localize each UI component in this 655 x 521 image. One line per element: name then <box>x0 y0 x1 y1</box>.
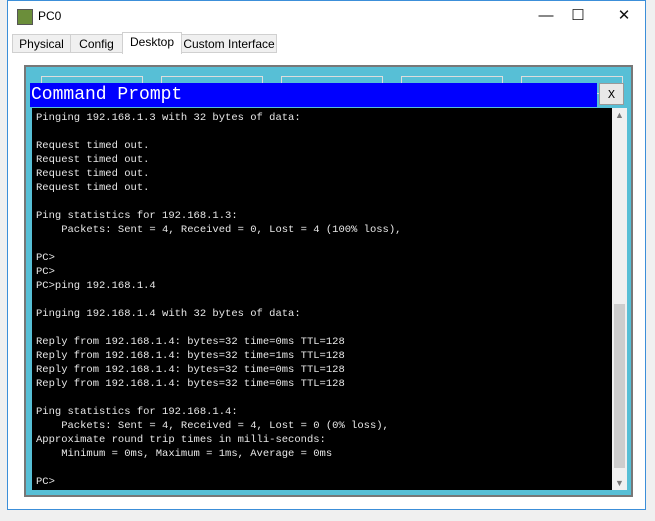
terminal-line: Reply from 192.168.1.4: bytes=32 time=1m… <box>36 350 345 362</box>
terminal-line: Request timed out. <box>36 140 150 152</box>
terminal-output[interactable]: Pinging 192.168.1.3 with 32 bytes of dat… <box>32 108 612 490</box>
terminal-line: PC> <box>36 266 55 278</box>
tab-physical[interactable]: Physical <box>12 34 71 53</box>
packet-tracer-pc-icon <box>17 9 33 25</box>
maximize-button[interactable]: ☐ <box>558 5 598 27</box>
terminal-line: Request timed out. <box>36 182 150 194</box>
terminal-line: PC>ping 192.168.1.4 <box>36 280 156 292</box>
terminal-line: Ping statistics for 192.168.1.4: <box>36 406 238 418</box>
terminal-line: Packets: Sent = 4, Received = 0, Lost = … <box>36 224 402 236</box>
terminal-line: Approximate round trip times in milli-se… <box>36 434 326 446</box>
terminal-line: Ping statistics for 192.168.1.3: <box>36 210 238 222</box>
terminal-line: PC> <box>36 476 55 488</box>
scrollbar-thumb[interactable] <box>614 304 625 468</box>
title-bar: PC0 — ☐ ✕ <box>8 1 645 32</box>
terminal-line: PC> <box>36 252 55 264</box>
terminal-line: Pinging 192.168.1.3 with 32 bytes of dat… <box>36 112 301 124</box>
pc0-window: PC0 — ☐ ✕ Physical Config Desktop Custom… <box>7 0 646 510</box>
tab-config[interactable]: Config <box>70 34 123 53</box>
tab-custom-interface[interactable]: Custom Interface <box>181 34 277 53</box>
command-prompt-title: Command Prompt <box>30 83 597 107</box>
desktop-panel: Command Prompt X Pinging 192.168.1.3 wit… <box>24 65 633 497</box>
scroll-up-icon[interactable]: ▲ <box>612 110 627 120</box>
terminal-line: Request timed out. <box>36 168 150 180</box>
command-prompt-close-button[interactable]: X <box>599 83 624 105</box>
terminal-line: Pinging 192.168.1.4 with 32 bytes of dat… <box>36 308 301 320</box>
terminal-line: Minimum = 0ms, Maximum = 1ms, Average = … <box>36 448 333 460</box>
window-title: PC0 <box>38 9 62 23</box>
terminal-line: Reply from 192.168.1.4: bytes=32 time=0m… <box>36 378 345 390</box>
terminal-line: Reply from 192.168.1.4: bytes=32 time=0m… <box>36 364 345 376</box>
close-button[interactable]: ✕ <box>604 5 644 27</box>
terminal-scrollbar[interactable]: ▲ ▼ <box>612 108 627 490</box>
terminal-line: Request timed out. <box>36 154 150 166</box>
tab-desktop[interactable]: Desktop <box>122 32 182 54</box>
scroll-down-icon[interactable]: ▼ <box>612 478 627 488</box>
terminal-line: Reply from 192.168.1.4: bytes=32 time=0m… <box>36 336 345 348</box>
terminal-line: Packets: Sent = 4, Received = 4, Lost = … <box>36 420 389 432</box>
